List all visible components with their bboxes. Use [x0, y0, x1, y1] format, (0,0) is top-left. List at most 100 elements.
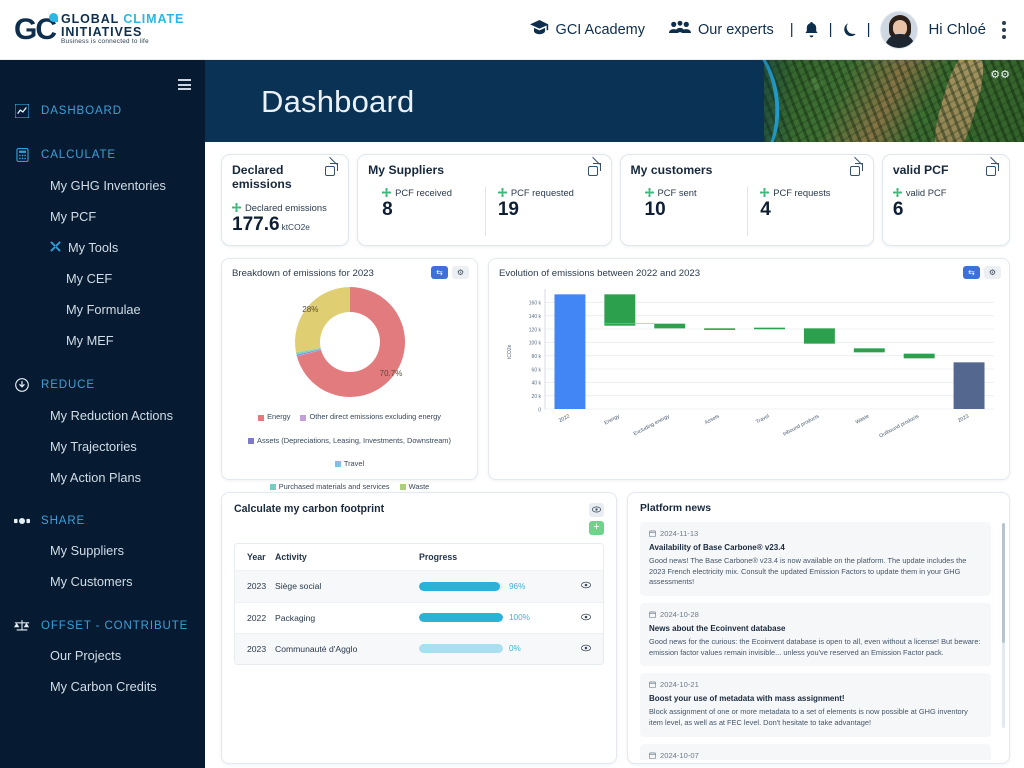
waterfall-settings-gear-icon[interactable]: ⚙ — [984, 266, 1001, 279]
news-item[interactable]: 2024-11-13Availability of Base Carbone® … — [640, 522, 991, 596]
row-view-eye-icon[interactable] — [569, 644, 603, 654]
footprint-visibility-eye-icon[interactable] — [589, 503, 604, 517]
sidebar-item-my-suppliers[interactable]: My Suppliers — [0, 535, 205, 566]
donut-refresh-icon[interactable]: ⇆ — [431, 266, 448, 279]
nav-gci-academy[interactable]: GCI Academy — [518, 20, 657, 39]
sidebar-item-my-mef[interactable]: My MEF — [0, 325, 205, 356]
waterfall-bar[interactable] — [904, 353, 935, 358]
sidebar-section-reduce[interactable]: REDUCE — [0, 370, 205, 400]
progress-label: 0% — [509, 644, 521, 653]
row-view-eye-icon[interactable] — [569, 613, 603, 623]
sidebar-gap — [0, 356, 205, 370]
more-options-kebab-icon[interactable] — [994, 21, 1014, 39]
news-item-date: 2024-10-21 — [649, 680, 982, 689]
leaf-icon — [498, 188, 507, 197]
sidebar-item-my-tools[interactable]: My Tools — [0, 232, 205, 263]
sidebar-item-my-carbon-credits[interactable]: My Carbon Credits — [0, 671, 205, 702]
sidebar-item-our-projects[interactable]: Our Projects — [0, 640, 205, 671]
sidebar-item-my-ghg-inventories[interactable]: My GHG Inventories — [0, 170, 205, 201]
legend-item[interactable]: Other direct emissions excluding energy — [300, 412, 440, 423]
sidebar-item-my-pcf[interactable]: My PCF — [0, 201, 205, 232]
sidebar-section-share[interactable]: SHARE — [0, 507, 205, 535]
table-row[interactable]: 2022Packaging100% — [235, 602, 603, 633]
sidebar-item-my-customers[interactable]: My Customers — [0, 566, 205, 597]
footprint-add-button[interactable]: + — [589, 521, 604, 535]
table-row[interactable]: 2023Siège social96% — [235, 571, 603, 602]
cell-activity: Siège social — [275, 581, 419, 591]
sidebar-toggle[interactable] — [0, 60, 205, 96]
legend-swatch — [258, 415, 264, 421]
notifications-bell-icon[interactable] — [798, 22, 825, 38]
sidebar-section-calculate[interactable]: CALCULATE — [0, 140, 205, 170]
table-row[interactable]: 2023Communauté d'Agglo0% — [235, 633, 603, 664]
waterfall-bar[interactable] — [754, 327, 785, 329]
kpi-metric: PCF sent10 — [645, 187, 748, 235]
sidebar-section-label: DASHBOARD — [41, 105, 122, 117]
donut-settings-gear-icon[interactable]: ⚙ — [452, 266, 469, 279]
kpi-metric-label: Declared emissions — [232, 202, 332, 213]
waterfall-refresh-icon[interactable]: ⇆ — [963, 266, 980, 279]
donut-chart-svg: 70.7%28% — [255, 283, 445, 401]
share-icon — [14, 515, 30, 527]
kpi-title: Declared emissions — [232, 163, 323, 192]
news-scrollbar[interactable] — [1002, 523, 1005, 728]
sidebar-section-label: CALCULATE — [41, 149, 116, 161]
kpi-metric-value: 8 — [382, 199, 479, 221]
waterfall-bar[interactable] — [604, 294, 635, 325]
open-external-icon[interactable] — [325, 163, 338, 176]
kpi-title: valid PCF — [893, 163, 949, 177]
legend-swatch — [248, 438, 254, 444]
dark-mode-moon-icon[interactable] — [837, 22, 863, 37]
waterfall-bar[interactable] — [704, 328, 735, 330]
logo-swoosh-icon — [49, 13, 58, 22]
nav-our-experts[interactable]: Our experts — [657, 20, 786, 39]
sidebar-item-my-reduction-actions[interactable]: My Reduction Actions — [0, 400, 205, 431]
waterfall-chart-tools: ⇆ ⚙ — [963, 266, 1001, 279]
sidebar-section-dashboard[interactable]: DASHBOARD — [0, 96, 205, 126]
waterfall-bar[interactable] — [854, 348, 885, 352]
news-list: 2024-11-13Availability of Base Carbone® … — [640, 522, 997, 760]
brand-logo[interactable]: GC GLOBAL CLIMATE INITIATIVES Business i… — [0, 13, 205, 46]
open-external-icon[interactable] — [986, 163, 999, 176]
open-external-icon[interactable] — [850, 163, 863, 176]
news-scrollbar-thumb[interactable] — [1002, 523, 1005, 643]
kpi-header: My customers — [631, 163, 863, 177]
sidebar-item-my-action-plans[interactable]: My Action Plans — [0, 462, 205, 493]
avatar-body — [885, 34, 915, 49]
kpi-card-declared-emissions[interactable]: Declared emissionsDeclared emissions177.… — [221, 154, 349, 246]
sidebar-item-label: My Action Plans — [50, 470, 141, 485]
news-item[interactable]: 2024-10-07Manage your user rights effort… — [640, 744, 991, 760]
waterfall-bar[interactable] — [804, 328, 835, 343]
leaf-icon — [760, 188, 769, 197]
news-item[interactable]: 2024-10-21Boost your use of metadata wit… — [640, 673, 991, 736]
nav-separator-3: | — [863, 21, 875, 38]
hero-background-image — [764, 60, 1024, 142]
avatar[interactable] — [880, 11, 918, 49]
legend-item[interactable]: Travel — [335, 459, 364, 470]
waterfall-bar[interactable] — [554, 294, 585, 409]
waterfall-bar[interactable] — [654, 323, 685, 328]
y-axis-tick-label: 120 k — [529, 327, 542, 333]
open-external-icon[interactable] — [588, 163, 601, 176]
waterfall-bar[interactable] — [954, 362, 985, 409]
row-view-eye-icon[interactable] — [569, 581, 603, 591]
news-item[interactable]: 2024-10-28News about the Ecoinvent datab… — [640, 603, 991, 666]
sidebar-item-label: My GHG Inventories — [50, 178, 166, 193]
sidebar-item-my-formulae[interactable]: My Formulae — [0, 294, 205, 325]
progress-label: 96% — [509, 582, 525, 591]
sidebar-section-offset-contribute[interactable]: OFFSET - CONTRIBUTE — [0, 611, 205, 640]
kpi-card-valid-pcf[interactable]: valid PCFvalid PCF6 — [882, 154, 1010, 246]
x-axis-tick-label: Excluding energy — [633, 413, 671, 437]
sidebar-item-my-trajectories[interactable]: My Trajectories — [0, 431, 205, 462]
kpi-card-my-suppliers[interactable]: My SuppliersPCF received8PCF requested19 — [357, 154, 611, 246]
legend-item[interactable]: Energy — [258, 412, 290, 423]
kpi-metric-value: 6 — [893, 199, 993, 221]
kpi-card-my-customers[interactable]: My customersPCF sent10PCF requests4 — [620, 154, 874, 246]
legend-item[interactable]: Assets (Depreciations, Leasing, Investme… — [248, 436, 451, 447]
hero-settings-gear-icon[interactable]: ⚙⚙ — [990, 68, 1010, 81]
donut-slice[interactable] — [295, 287, 350, 352]
sidebar-item-my-cef[interactable]: My CEF — [0, 263, 205, 294]
y-axis-tick-label: 160 k — [529, 301, 542, 307]
kpi-metric-label: PCF requests — [760, 187, 857, 198]
hamburger-icon[interactable] — [178, 79, 191, 90]
